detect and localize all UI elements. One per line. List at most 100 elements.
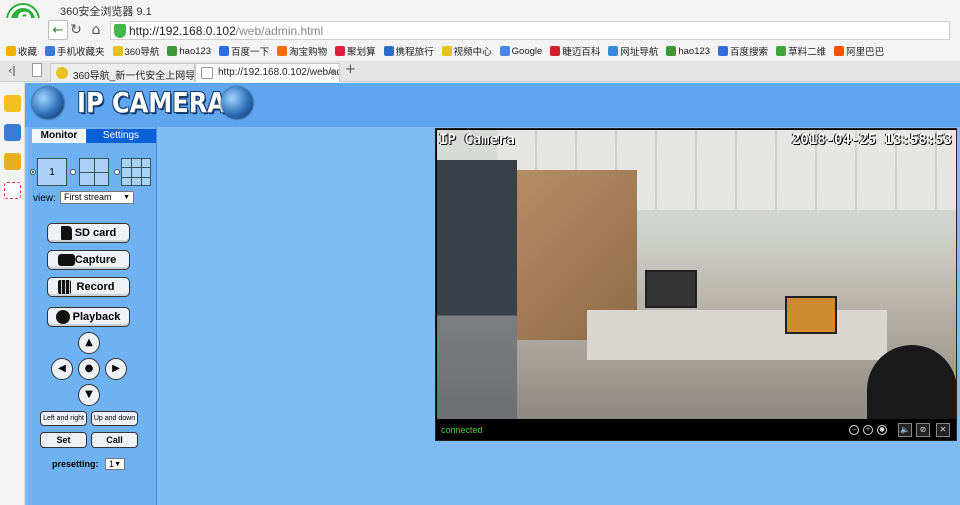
stream-select[interactable]: First stream ▼ (60, 191, 134, 204)
security-shield-icon (114, 24, 126, 38)
bookmark-item[interactable]: hao123 (167, 46, 211, 57)
google-icon (499, 46, 510, 56)
page-icon[interactable] (32, 63, 42, 77)
split-one-radio[interactable] (30, 169, 36, 175)
bookmark-item[interactable]: 聚划算 (335, 44, 376, 58)
ptz-right-button[interactable]: ▶ (105, 358, 127, 380)
bookmark-item[interactable]: 淘宝购物 (277, 44, 327, 58)
play-circle-icon (56, 310, 70, 324)
bookmark-item[interactable]: 视频中心 (441, 44, 492, 58)
tab-monitor[interactable]: Monitor (32, 129, 86, 143)
hao123-icon (167, 46, 178, 56)
set-button[interactable]: Set (40, 432, 87, 448)
osd-timestamp: 2018-04-25 13:58:53 (791, 132, 952, 148)
bookmark-item[interactable]: hao123 (666, 46, 710, 57)
zoom-reset-icon[interactable]: ● (877, 425, 887, 435)
ptz-left-button[interactable]: ◀ (51, 358, 73, 380)
capture-button[interactable]: Capture (47, 250, 130, 270)
home-button[interactable]: ⌂ (86, 20, 106, 40)
split-four-view[interactable] (79, 158, 109, 186)
mute-speaker-icon[interactable]: 🔈 (898, 423, 912, 437)
tab-settings[interactable]: Settings (86, 129, 156, 143)
bookmark-item[interactable]: 阿里巴巴 (834, 44, 884, 58)
weibo-icon[interactable] (4, 153, 21, 170)
alibaba-icon (834, 46, 845, 56)
bookmark-item[interactable]: Google (499, 46, 542, 57)
tools-icon[interactable]: ✕ (936, 423, 950, 437)
window-title: 360安全浏览器 9.1 (60, 6, 152, 18)
playback-button[interactable]: Playback (47, 307, 130, 327)
back-button[interactable]: ← (48, 20, 68, 40)
sdcard-icon (61, 226, 72, 240)
ptz-down-button[interactable]: ▼ (78, 384, 100, 406)
bookmark-item[interactable]: 百度搜索 (718, 44, 768, 58)
reload-button[interactable]: ↻ (66, 20, 86, 40)
bookmark-item[interactable]: 百度一下 (219, 44, 269, 58)
url-path: /web/admin.html (235, 24, 324, 38)
favorites-star-icon[interactable] (4, 95, 21, 112)
bookmarks-bar: 收藏 手机收藏夹 360导航 hao123 百度一下 淘宝购物 聚划算 携程旅行… (0, 42, 960, 60)
control-panel: Monitor Settings 1 view: First stream ▼ … (28, 127, 157, 505)
taobao-icon (277, 46, 288, 56)
split-one-number: 1 (49, 167, 55, 178)
globe-right-icon (221, 87, 253, 119)
star-icon (6, 46, 16, 56)
split-nine-radio[interactable] (114, 169, 120, 175)
camera-feed-image: IP Camera 2018-04-25 13:58:53 (437, 130, 956, 419)
close-tab-icon[interactable]: × (329, 66, 335, 78)
ctrip-icon (383, 46, 394, 56)
juhuasuan-icon (335, 46, 346, 56)
preset-select[interactable]: 1 ▼ (105, 458, 125, 470)
hao123-icon (666, 46, 677, 56)
360-icon (112, 46, 123, 56)
stream-select-value: First stream (64, 192, 112, 202)
bookmark-item[interactable]: 睫迈百科 (550, 44, 600, 58)
globe-left-icon (32, 87, 64, 119)
mail-icon[interactable] (4, 182, 21, 199)
sdcard-button[interactable]: SD card (47, 223, 130, 243)
ptz-up-button[interactable]: ▲ (78, 332, 100, 354)
chevron-down-icon: ▼ (123, 194, 130, 201)
title-bar: 360安全浏览器 9.1 (0, 0, 960, 18)
mute-mic-icon[interactable]: ⊘ (916, 423, 930, 437)
new-tab-button[interactable]: + (345, 62, 356, 77)
bookmark-item[interactable]: 手机收藏夹 (45, 44, 105, 58)
call-button[interactable]: Call (91, 432, 138, 448)
tab-camera-admin[interactable]: http://192.168.0.102/web/adm × (195, 63, 340, 82)
navigation-bar: ← ↻ ⌂ http://192.168.0.102/web/admin.htm… (0, 18, 960, 42)
split-one-view[interactable]: 1 (37, 158, 67, 186)
camera-web-page: IP CAMERA Monitor Settings 1 view: First… (25, 83, 960, 505)
tab-360-nav[interactable]: 360导航_新一代安全上网导航 (50, 63, 195, 82)
zoom-in-icon[interactable]: + (863, 425, 873, 435)
record-button[interactable]: Record (47, 277, 130, 297)
panel-tabs: Monitor Settings (32, 129, 156, 143)
zoom-out-icon[interactable]: − (849, 425, 859, 435)
video-viewer[interactable]: IP Camera 2018-04-25 13:58:53 connected … (435, 128, 957, 441)
tab-strip: ‹ǀ 360导航_新一代安全上网导航 http://192.168.0.102/… (0, 61, 960, 82)
connection-status: connected (441, 425, 483, 435)
video-icon (441, 46, 452, 56)
tab-label: http://192.168.0.102/web/adm (218, 67, 340, 78)
bookmark-item[interactable]: 网址导航 (608, 44, 658, 58)
split-nine-view[interactable] (121, 158, 151, 186)
baidu-icon (219, 46, 230, 56)
up-and-down-button[interactable]: Up and down (91, 411, 138, 426)
bookmark-item[interactable]: 360导航 (112, 44, 159, 58)
wiki-icon (550, 46, 561, 56)
address-bar[interactable]: http://192.168.0.102/web/admin.html (110, 21, 950, 40)
reader-icon[interactable] (4, 124, 21, 141)
bookmark-item[interactable]: 草料二维 (776, 44, 826, 58)
baidu-icon (718, 46, 729, 56)
left-and-right-button[interactable]: Left and right (40, 411, 87, 426)
qr-icon (776, 46, 787, 56)
bookmark-item[interactable]: 收藏 (6, 44, 37, 58)
osd-camera-title: IP Camera (439, 132, 515, 148)
film-icon (58, 280, 71, 294)
bookmark-item[interactable]: 携程旅行 (383, 44, 434, 58)
ptz-center-button[interactable]: ● (78, 358, 100, 380)
header-banner: IP CAMERA (25, 83, 960, 127)
tab-list-button[interactable]: ‹ǀ (8, 64, 16, 77)
360-icon (56, 67, 68, 79)
url-text: http://192.168.0.102/web/admin.html (129, 24, 323, 38)
split-four-radio[interactable] (70, 169, 76, 175)
